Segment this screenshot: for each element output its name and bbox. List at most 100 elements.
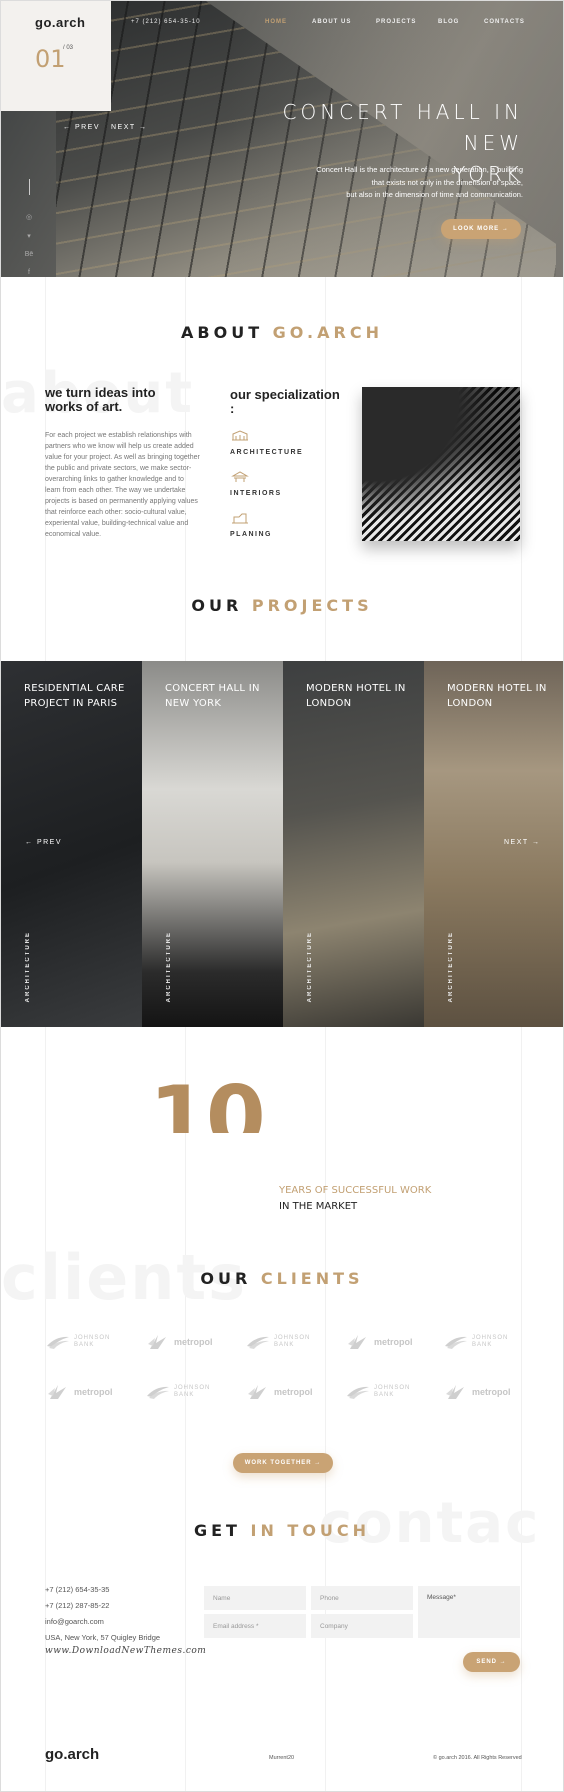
project-card[interactable]: MODERN HOTEL IN LONDON ARCHITECTURE [424, 661, 563, 1027]
look-more-button[interactable]: LOOK MORE → [441, 219, 521, 239]
client-logo[interactable]: JOHNSON BANK [246, 1331, 326, 1353]
client-logo[interactable]: JOHNSON BANK [444, 1331, 524, 1353]
project-card[interactable]: CONCERT HALL IN NEW YORK ARCHITECTURE [142, 661, 283, 1027]
client-name: metropol [374, 1337, 413, 1347]
client-name-line2: BANK [374, 1392, 395, 1398]
contact-email[interactable]: info@goarch.com [45, 1617, 104, 1626]
client-name-line1: JOHNSON [74, 1335, 111, 1341]
hero-prev-button[interactable]: ← PREV [63, 124, 100, 131]
project-category: ARCHITECTURE [307, 930, 313, 1002]
spec-architecture: ARCHITECTURE [230, 449, 304, 456]
message-field[interactable]: Message* [418, 1586, 520, 1638]
projects-next-button[interactable]: NEXT → [504, 839, 541, 846]
nav-contacts[interactable]: CONTACTS [484, 19, 525, 25]
work-together-button[interactable]: WORK TOGETHER → [233, 1453, 333, 1473]
metropol-logo-icon [48, 1385, 66, 1399]
social-divider [28, 179, 30, 195]
hero-description: Concert Hall is the architecture of a ne… [316, 165, 523, 199]
spec-planing: PLANING [230, 531, 272, 538]
nav-about-us[interactable]: ABOUT US [312, 19, 351, 25]
footer-logo[interactable]: go.arch [45, 1746, 99, 1763]
header-phone[interactable]: +7 (212) 654-35-10 [131, 19, 201, 25]
phone-field[interactable]: Phone [311, 1586, 413, 1610]
facebook-icon[interactable]: f [23, 269, 35, 276]
footer-copyright: © go.arch 2016. All Rights Reserved [433, 1755, 522, 1761]
nav-home[interactable]: HOME [265, 19, 287, 25]
send-button[interactable]: SEND → [463, 1652, 520, 1672]
project-category: ARCHITECTURE [166, 930, 172, 1002]
client-name: metropol [174, 1337, 213, 1347]
client-logo[interactable]: metropol [246, 1381, 326, 1403]
client-name: JOHNSON BANK [174, 1385, 210, 1399]
email-field[interactable]: Email address * [204, 1614, 306, 1638]
logo-panel: go.arch 01 / 03 [1, 1, 111, 111]
client-name: JOHNSON BANK [374, 1385, 410, 1399]
client-logo[interactable]: JOHNSON BANK [346, 1381, 426, 1403]
project-title: MODERN HOTEL IN LONDON [447, 683, 547, 709]
metropol-logo-icon [248, 1385, 266, 1399]
about-heading: ABOUT GO.ARCH [181, 323, 383, 342]
client-logo[interactable]: metropol [346, 1331, 426, 1353]
project-card[interactable]: RESIDENTIAL CARE PROJECT IN PARIS ARCHIT… [1, 661, 142, 1027]
client-name: JOHNSON BANK [472, 1335, 508, 1349]
bank-logo-icon [445, 1336, 467, 1349]
name-field[interactable]: Name [204, 1586, 306, 1610]
years-number: 10 [149, 1081, 266, 1133]
contact-phone-1[interactable]: +7 (212) 654-35-35 [45, 1585, 109, 1594]
slide-counter-total: / 03 [63, 45, 74, 51]
arrow-left-icon: ← [63, 124, 72, 131]
contact-phone-2[interactable]: +7 (212) 287-85-22 [45, 1601, 109, 1610]
client-name-line2: BANK [74, 1342, 95, 1348]
client-logo[interactable]: metropol [46, 1381, 126, 1403]
years-caption-line1: YEARS OF SUCCESSFUL WORK [279, 1185, 432, 1196]
about-title: we turn ideas into works of art. [45, 385, 156, 414]
watermark-text: www.DownloadNewThemes.com [45, 1646, 207, 1656]
bank-logo-icon [147, 1386, 169, 1399]
about-text: For each project we establish relationsh… [45, 432, 200, 538]
contact-heading: GET IN TOUCH [193, 1521, 371, 1540]
nav-projects[interactable]: PROJECTS [376, 19, 416, 25]
nav-blog[interactable]: BLOG [438, 19, 459, 25]
project-title: CONCERT HALL IN NEW YORK [165, 683, 260, 709]
clients-heading: OUR CLIENTS [200, 1269, 364, 1288]
metropol-logo-icon [148, 1335, 166, 1349]
client-logo[interactable]: JOHNSON BANK [46, 1331, 126, 1353]
bank-logo-icon [47, 1336, 69, 1349]
spec-interiors: INTERIORS [230, 490, 282, 497]
bank-logo-icon [347, 1386, 369, 1399]
client-name: metropol [472, 1387, 511, 1397]
instagram-icon[interactable]: ◎ [23, 213, 35, 221]
company-field[interactable]: Company [311, 1614, 413, 1638]
arrow-right-icon: → [532, 839, 541, 846]
client-logo[interactable]: metropol [444, 1381, 524, 1403]
twitter-icon[interactable]: ▾ [23, 232, 35, 240]
metropol-logo-icon [348, 1335, 366, 1349]
client-name: metropol [74, 1387, 113, 1397]
client-name-line1: JOHNSON [374, 1385, 411, 1391]
architecture-icon [232, 430, 248, 441]
about-image [362, 387, 520, 541]
interiors-icon [231, 471, 249, 482]
specialization-title: our specialization : [230, 387, 340, 416]
bank-logo-icon [247, 1336, 269, 1349]
logo[interactable]: go.arch [35, 15, 85, 30]
arrow-left-icon: ← [25, 839, 34, 846]
hero-next-button[interactable]: NEXT → [111, 124, 148, 131]
client-logo[interactable]: JOHNSON BANK [146, 1381, 226, 1403]
project-title: MODERN HOTEL IN LONDON [306, 683, 406, 709]
project-category: ARCHITECTURE [448, 930, 454, 1002]
client-name: JOHNSON BANK [274, 1335, 310, 1349]
client-name-line1: JOHNSON [174, 1385, 211, 1391]
client-name-line1: JOHNSON [274, 1335, 311, 1341]
project-card[interactable]: MODERN HOTEL IN LONDON ARCHITECTURE [283, 661, 424, 1027]
client-name-line2: BANK [274, 1342, 295, 1348]
metropol-logo-icon [446, 1385, 464, 1399]
footer-credit: Murrent20 [269, 1755, 295, 1761]
slide-counter-current: 01 [35, 45, 66, 73]
behance-icon[interactable]: Bē [23, 251, 35, 258]
planing-icon [232, 513, 248, 524]
arrow-right-icon: → [139, 124, 148, 131]
projects-prev-button[interactable]: ← PREV [25, 839, 62, 846]
client-logo[interactable]: metropol [146, 1331, 226, 1353]
client-name: metropol [274, 1387, 313, 1397]
